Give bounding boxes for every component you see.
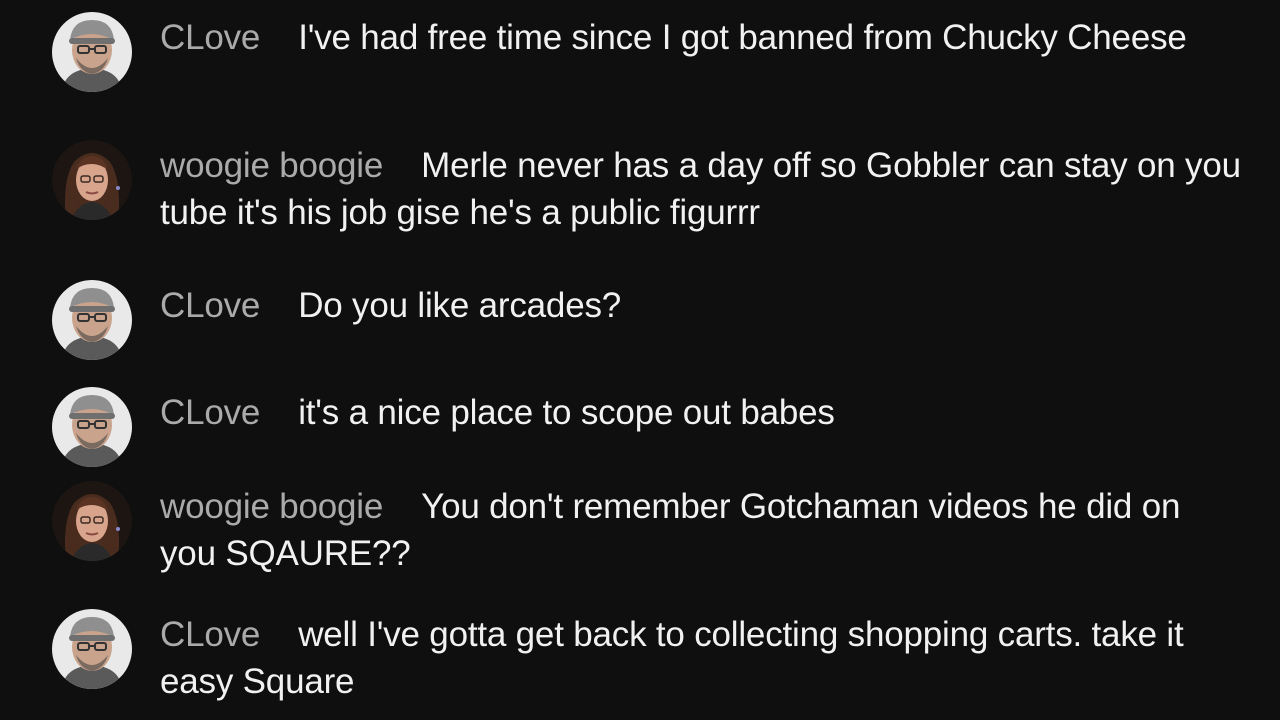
live-chat-feed: CLove I've had free time since I got bann… xyxy=(0,0,1280,720)
chat-message: woogie boogie Merle never has a day off s… xyxy=(52,142,1242,236)
chat-message: CLove it's a nice place to scope out babe… xyxy=(52,389,1242,467)
avatar[interactable] xyxy=(52,609,132,689)
avatar[interactable] xyxy=(52,387,132,467)
message-text: it's a nice place to scope out babes xyxy=(298,393,835,432)
message-body: woogie boogie You don't remember Gotchama… xyxy=(160,483,1242,577)
message-text: Do you like arcades? xyxy=(298,286,622,325)
avatar-image xyxy=(52,140,132,220)
author-name[interactable]: woogie boogie xyxy=(160,146,383,185)
avatar-image xyxy=(52,387,132,467)
message-body: CLove well I've gotta get back to collect… xyxy=(160,611,1242,705)
chat-message: CLove Do you like arcades? xyxy=(52,282,1242,360)
message-text: I've had free time since I got banned fr… xyxy=(298,18,1187,57)
message-body: CLove I've had free time since I got bann… xyxy=(160,14,1187,61)
message-text: well I've gotta get back to collecting s… xyxy=(160,615,1184,701)
chat-message: woogie boogie You don't remember Gotchama… xyxy=(52,483,1242,577)
avatar[interactable] xyxy=(52,280,132,360)
chat-message: CLove I've had free time since I got bann… xyxy=(52,14,1242,92)
avatar-image xyxy=(52,481,132,561)
message-body: CLove Do you like arcades? xyxy=(160,282,621,329)
avatar-image xyxy=(52,12,132,92)
author-name[interactable]: woogie boogie xyxy=(160,487,383,526)
avatar[interactable] xyxy=(52,12,132,92)
message-body: woogie boogie Merle never has a day off s… xyxy=(160,142,1242,236)
author-name[interactable]: CLove xyxy=(160,393,260,432)
avatar[interactable] xyxy=(52,481,132,561)
author-name[interactable]: CLove xyxy=(160,286,260,325)
author-name[interactable]: CLove xyxy=(160,615,260,654)
avatar-image xyxy=(52,280,132,360)
avatar-image xyxy=(52,609,132,689)
message-body: CLove it's a nice place to scope out babe… xyxy=(160,389,835,436)
avatar[interactable] xyxy=(52,140,132,220)
chat-message: CLove well I've gotta get back to collect… xyxy=(52,611,1242,705)
author-name[interactable]: CLove xyxy=(160,18,260,57)
